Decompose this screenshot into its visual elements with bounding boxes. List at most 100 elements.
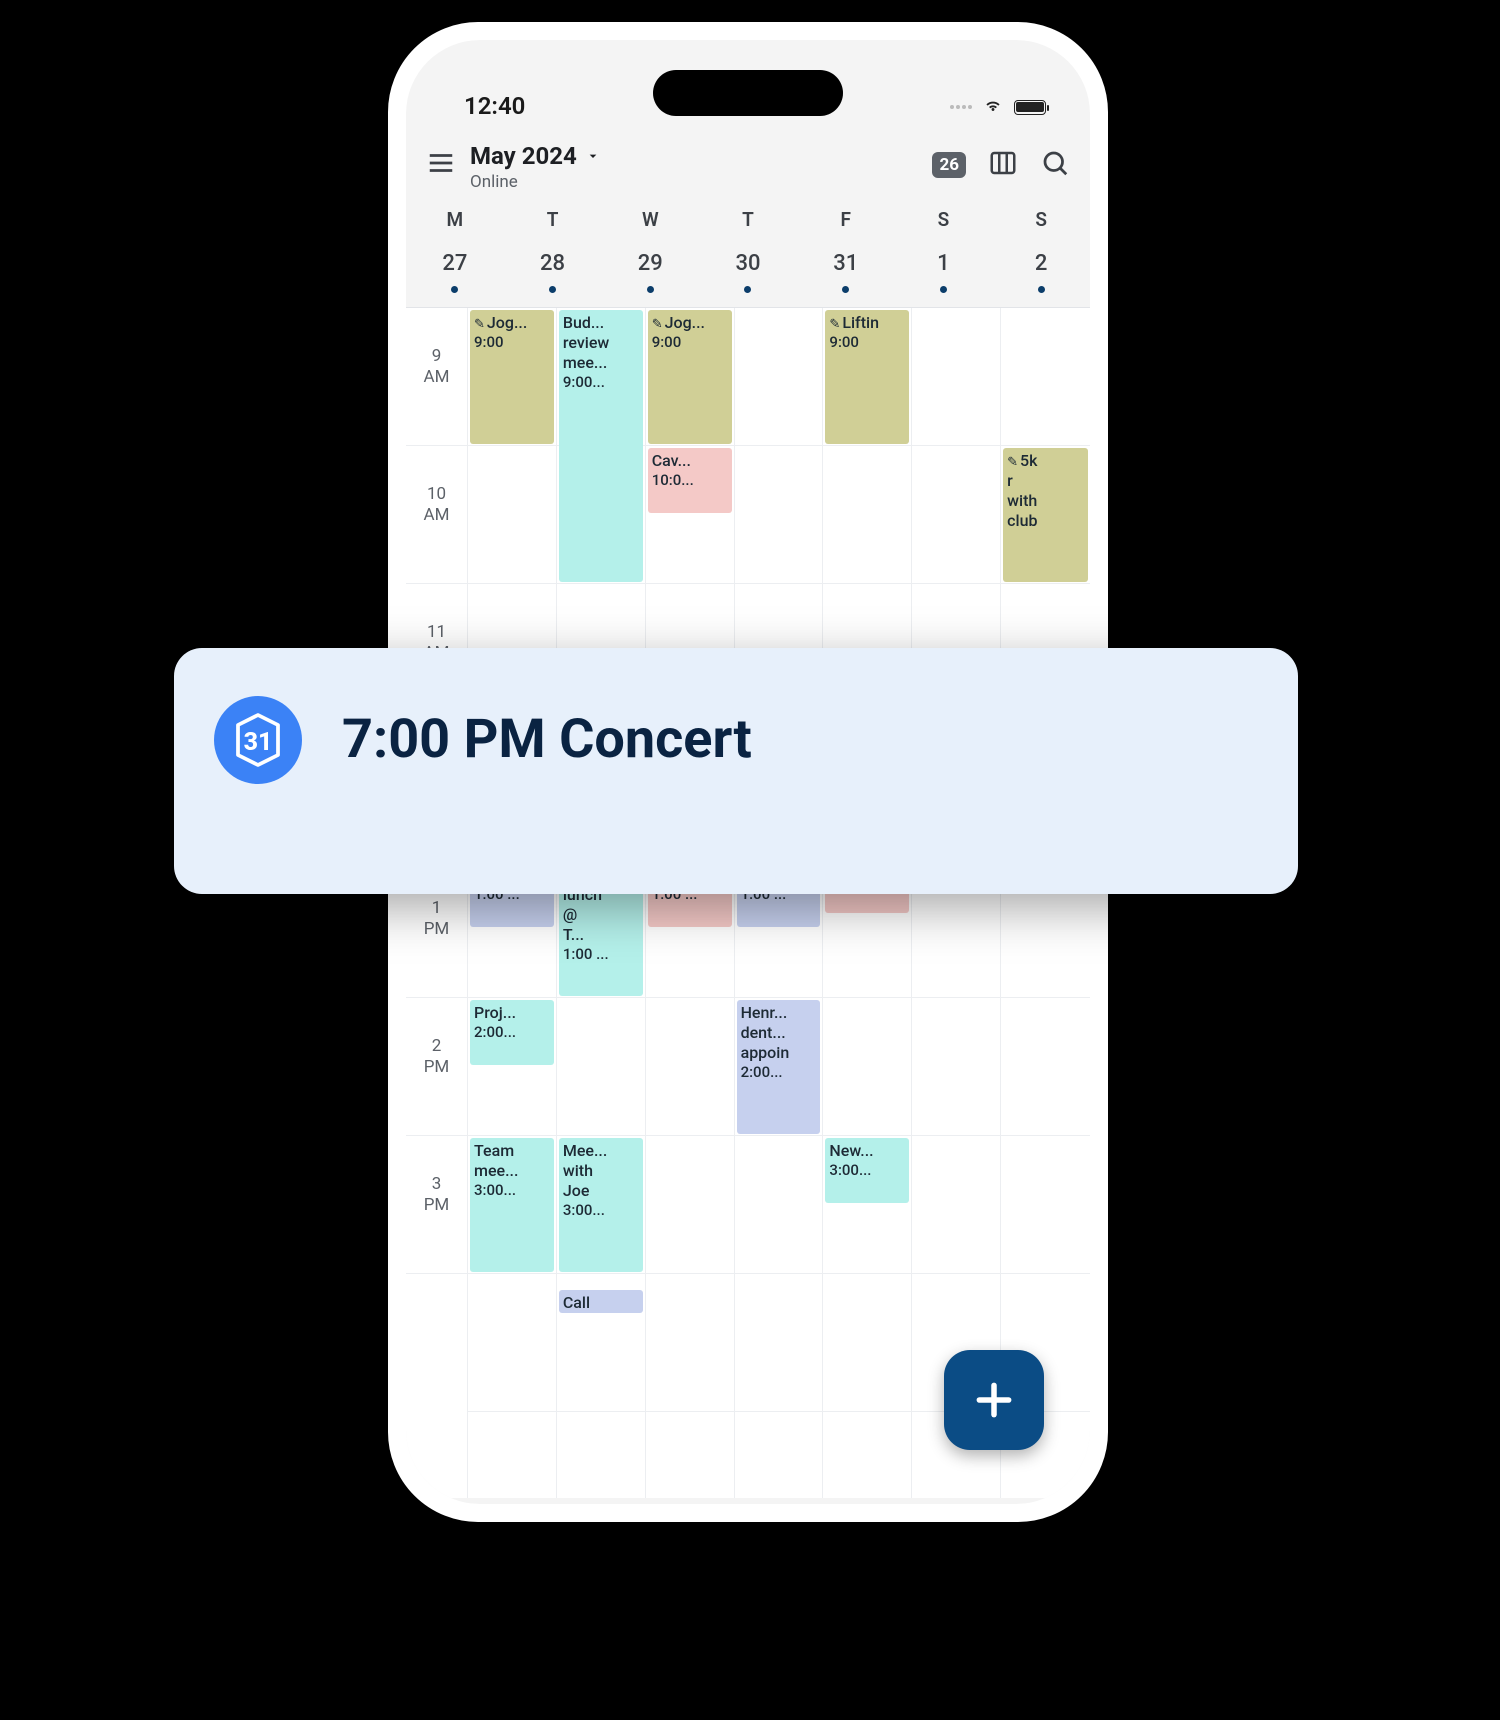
- status-time: 12:40: [464, 92, 525, 120]
- today-button[interactable]: 26: [932, 152, 966, 178]
- calendar-event[interactable]: ✎5krwithclub: [1003, 448, 1088, 582]
- calendar-app-icon: 31: [214, 696, 302, 784]
- event-time: 3:00...: [474, 1181, 550, 1200]
- app-header: May 2024 Online 26: [406, 128, 1090, 198]
- wifi-icon: [982, 94, 1004, 120]
- day-number: 28: [504, 251, 602, 276]
- day-column[interactable]: ✎5krwithclub: [1001, 308, 1090, 1498]
- event-title: r: [1007, 471, 1084, 491]
- event-title: @: [563, 905, 639, 925]
- day-letter: F: [797, 208, 895, 231]
- calendar-event[interactable]: ✎Jog...9:00: [648, 310, 732, 444]
- search-icon[interactable]: [1040, 148, 1070, 182]
- status-icons: [950, 94, 1046, 120]
- day-header[interactable]: W 29: [601, 208, 699, 293]
- week-header: M 27 T 28 W 29 T 30 F 31 S 1 S 2: [406, 198, 1090, 308]
- status-text: Online: [470, 172, 918, 192]
- event-indicator-dot: [549, 286, 556, 293]
- event-title: Cav...: [652, 451, 728, 471]
- event-title: mee...: [474, 1161, 550, 1181]
- event-time: 2:00...: [474, 1023, 550, 1042]
- day-header[interactable]: F 31: [797, 208, 895, 293]
- day-number: 2: [992, 251, 1090, 276]
- day-letter: T: [504, 208, 602, 231]
- day-letter: S: [895, 208, 993, 231]
- month-title: May 2024: [470, 142, 577, 170]
- event-time: 9:00...: [563, 373, 639, 392]
- chevron-down-icon: [585, 142, 601, 170]
- day-header[interactable]: S 1: [895, 208, 993, 293]
- day-letter: T: [699, 208, 797, 231]
- event-indicator-dot: [940, 286, 947, 293]
- day-number: 30: [699, 251, 797, 276]
- day-header[interactable]: M 27: [406, 208, 504, 293]
- calendar-event[interactable]: Henr...dent...appoin2:00...: [737, 1000, 821, 1134]
- pencil-icon: ✎: [829, 317, 840, 332]
- day-header[interactable]: T 28: [504, 208, 602, 293]
- event-title: ✎5k: [1007, 451, 1084, 471]
- calendar-event[interactable]: Call: [559, 1290, 643, 1314]
- event-title: with: [1007, 491, 1084, 511]
- day-column[interactable]: Pick1:00 ...Henr...dent...appoin2:00...: [735, 308, 824, 1498]
- day-column[interactable]: ✎Jog...9:00witl12:0...Pick1:00 ...Proj..…: [468, 308, 557, 1498]
- more-dots-icon: [950, 105, 972, 109]
- day-number: 29: [601, 251, 699, 276]
- event-indicator-dot: [1038, 286, 1045, 293]
- event-time: 9:00: [474, 333, 550, 352]
- notification-card[interactable]: 31 7:00 PM Concert: [174, 648, 1298, 894]
- calendar-event[interactable]: Proj...2:00...: [470, 1000, 554, 1065]
- event-time: 10:0...: [652, 471, 728, 490]
- event-indicator-dot: [744, 286, 751, 293]
- time-label: 2PM: [406, 998, 467, 1136]
- event-title: appoin: [741, 1043, 817, 1063]
- event-time: 3:00...: [829, 1161, 905, 1180]
- time-label: 3PM: [406, 1136, 467, 1274]
- event-title: dent...: [741, 1023, 817, 1043]
- add-event-fab[interactable]: [944, 1350, 1044, 1450]
- event-time: 9:00: [652, 333, 728, 352]
- day-letter: M: [406, 208, 504, 231]
- day-letter: W: [601, 208, 699, 231]
- calendar-event[interactable]: ✎Liftin9:00: [825, 310, 909, 444]
- event-indicator-dot: [647, 286, 654, 293]
- event-title: ✎Jog...: [474, 313, 550, 333]
- day-column[interactable]: [912, 308, 1001, 1498]
- view-columns-icon[interactable]: [988, 148, 1018, 182]
- day-header[interactable]: T 30: [699, 208, 797, 293]
- pencil-icon: ✎: [652, 317, 663, 332]
- day-number: 27: [406, 251, 504, 276]
- event-title: Call: [563, 1293, 639, 1313]
- event-indicator-dot: [451, 286, 458, 293]
- calendar-event[interactable]: ✎Jog...9:00: [470, 310, 554, 444]
- event-title: Joe: [563, 1181, 639, 1201]
- event-title: New...: [829, 1141, 905, 1161]
- calendar-event[interactable]: Bud...reviewmee...9:00...: [559, 310, 643, 582]
- calendar-event[interactable]: Teammee...3:00...: [470, 1138, 554, 1272]
- time-column: 9AM10AM11AM12PM1PM2PM3PM: [406, 308, 468, 1498]
- calendar-grid[interactable]: 9AM10AM11AM12PM1PM2PM3PM ✎Jog...9:00witl…: [406, 308, 1090, 1498]
- event-indicator-dot: [842, 286, 849, 293]
- notification-text: 7:00 PM Concert: [342, 696, 752, 771]
- event-title: mee...: [563, 353, 639, 373]
- pencil-icon: ✎: [474, 317, 485, 332]
- calendar-event[interactable]: Mee...withJoe3:00...: [559, 1138, 643, 1272]
- day-header[interactable]: S 2: [992, 208, 1090, 293]
- hamburger-menu[interactable]: [426, 142, 456, 182]
- event-title: Mee...: [563, 1141, 639, 1161]
- header-actions: 26: [932, 142, 1070, 182]
- day-column[interactable]: ✎Jog...9:00Cav...10:0...12:0...Tea...1:0…: [646, 308, 735, 1498]
- time-label: 9AM: [406, 308, 467, 446]
- calendar-event[interactable]: Cav...10:0...: [648, 448, 732, 513]
- event-time: 2:00...: [741, 1063, 817, 1082]
- calendar-event[interactable]: New...3:00...: [825, 1138, 909, 1203]
- event-title: ✎Liftin: [829, 313, 905, 333]
- day-column[interactable]: Bud...reviewmee...9:00...Busi...lunch@T.…: [557, 308, 646, 1498]
- day-column[interactable]: ✎Liftin9:00Rep...12:0...New...3:00...: [823, 308, 912, 1498]
- event-title: Bud...: [563, 313, 639, 333]
- event-title: review: [563, 333, 639, 353]
- event-title: Henr...: [741, 1003, 817, 1023]
- pencil-icon: ✎: [1007, 455, 1018, 470]
- event-title: Proj...: [474, 1003, 550, 1023]
- days-grid[interactable]: ✎Jog...9:00witl12:0...Pick1:00 ...Proj..…: [468, 308, 1090, 1498]
- title-group[interactable]: May 2024 Online: [470, 142, 918, 192]
